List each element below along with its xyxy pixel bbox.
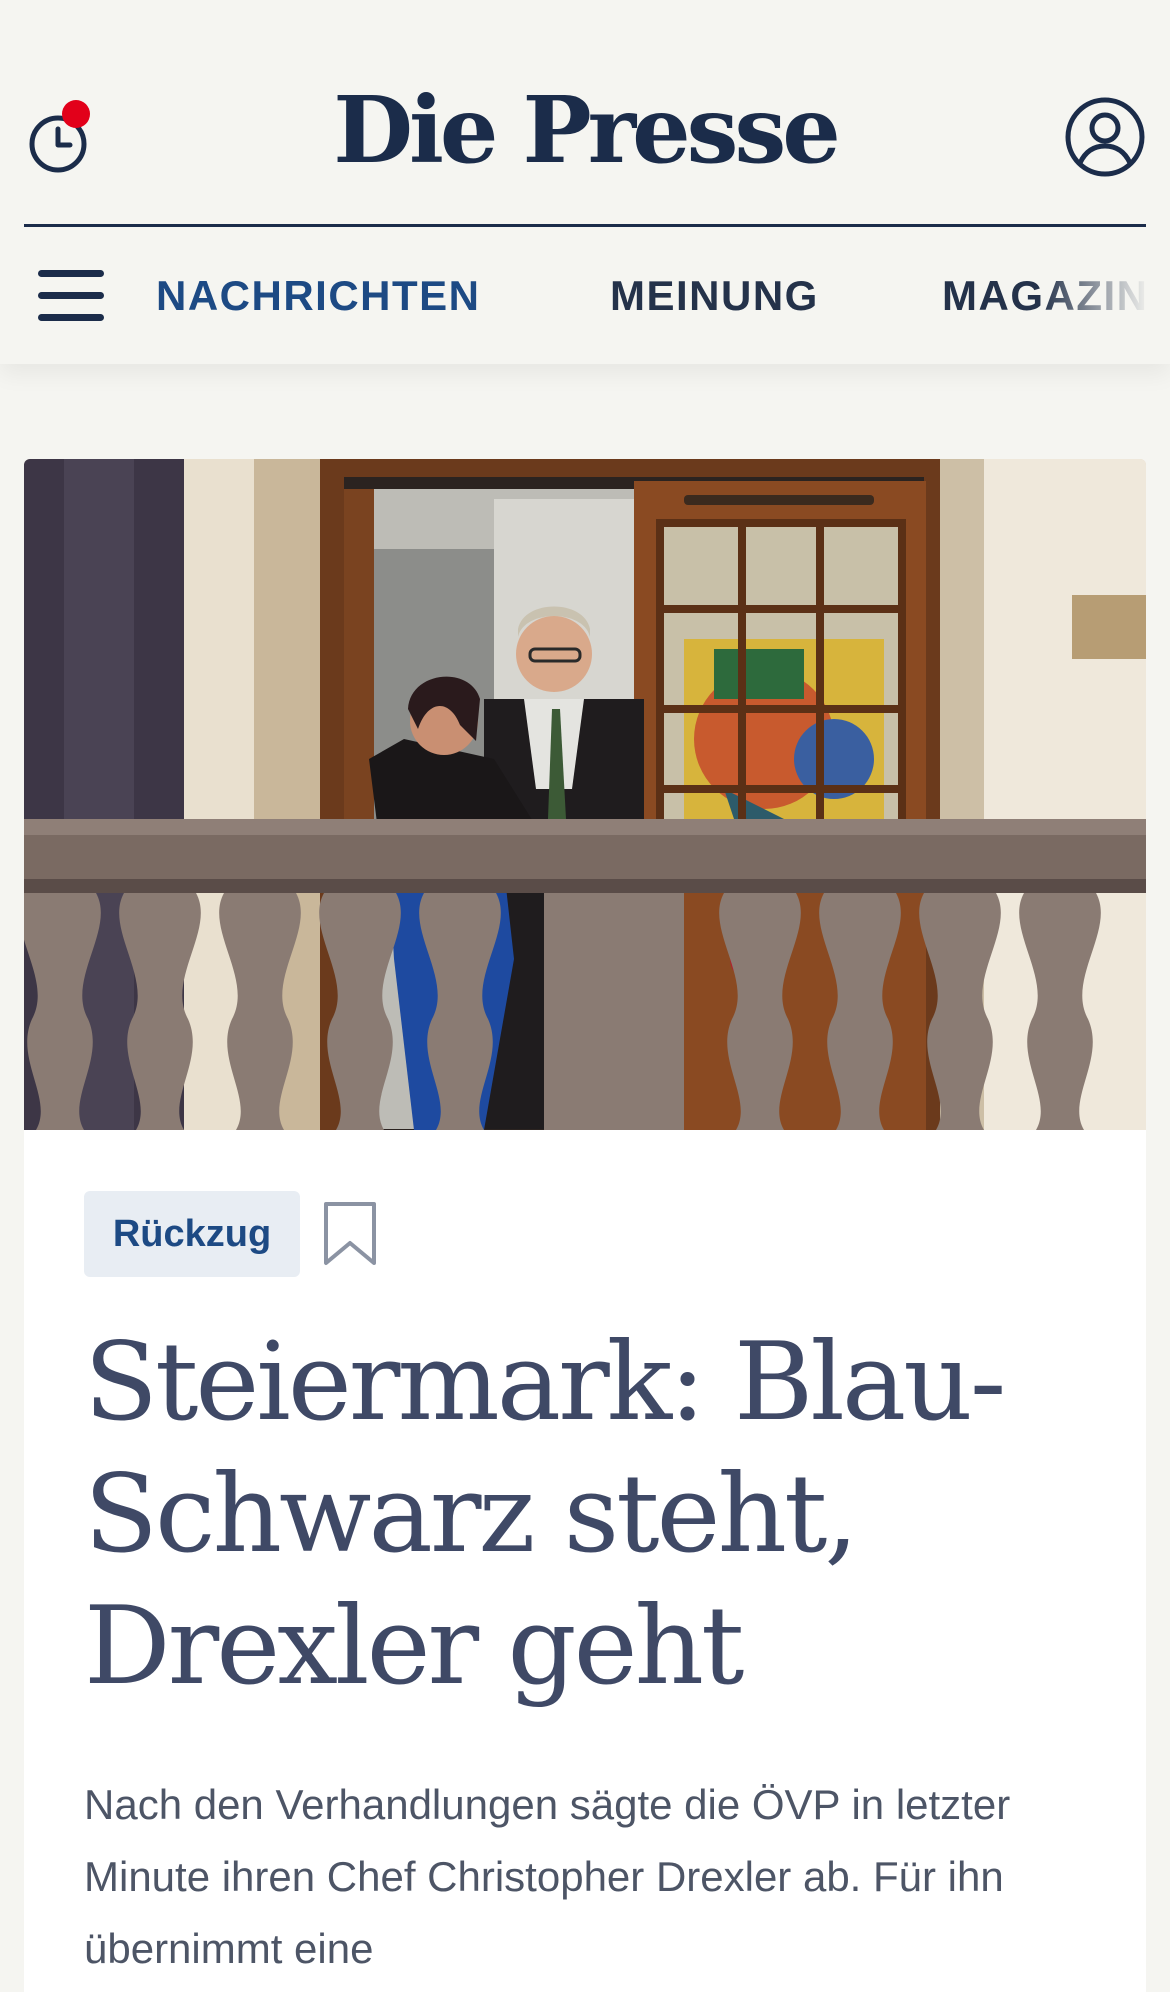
page: Die Presse NACHRICHTEN MEINUNG MAGAZIN R… [0,0,1170,1992]
article-card[interactable]: Rückzug Steiermark: Blau-Schwarz steht, … [24,459,1146,1992]
nav-item-nachrichten[interactable]: NACHRICHTEN [156,272,481,320]
hamburger-menu-icon [38,270,104,277]
article-headline[interactable]: Steiermark: Blau-Schwarz steht, Drexler … [84,1317,1084,1713]
hamburger-menu-icon-line [38,314,104,321]
user-icon [1065,97,1145,177]
article-lead: Nach den Verhandlungen sägte die ÖVP in … [84,1781,1011,1972]
hamburger-menu-icon-line [38,292,104,299]
site-logo[interactable]: Die Presse [0,84,1170,176]
bookmark-icon [324,1202,376,1265]
account-button[interactable] [1064,96,1146,178]
article-hero-image[interactable] [24,459,1146,1130]
nav-item-magazin[interactable]: MAGAZIN [942,272,1148,320]
site-header: Die Presse NACHRICHTEN MEINUNG MAGAZIN [0,0,1170,364]
nav-item-meinung[interactable]: MEINUNG [610,272,819,320]
article-tag[interactable]: Rückzug [84,1191,300,1277]
bookmark-button[interactable] [322,1201,378,1267]
menu-button[interactable] [38,268,106,324]
